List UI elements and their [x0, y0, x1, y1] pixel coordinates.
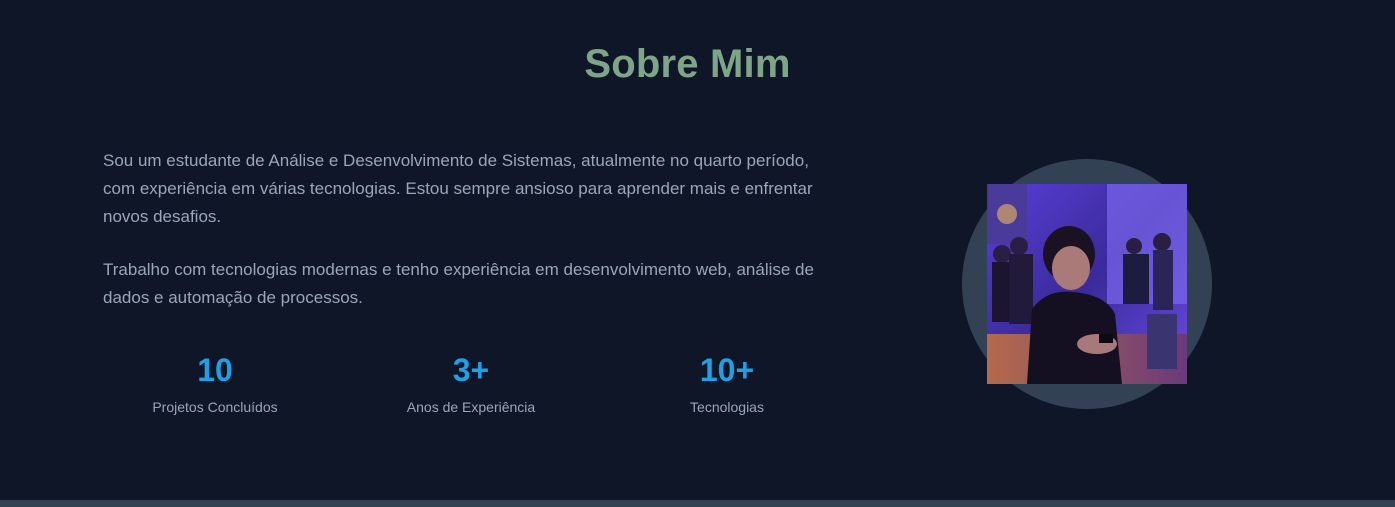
- stat-label: Projetos Concluídos: [152, 399, 278, 415]
- stat-value: 10+: [699, 352, 755, 388]
- profile-photo: [987, 184, 1187, 384]
- about-paragraph-1: Sou um estudante de Análise e Desenvolvi…: [103, 151, 813, 226]
- about-section: Sobre Mim Sou um estudante de Análise e …: [0, 0, 1395, 507]
- about-paragraph-2: Trabalho com tecnologias modernas e tenh…: [103, 260, 814, 307]
- stat-technologies: 10+ Tecnologias: [627, 350, 827, 416]
- stat-value: 3+: [452, 352, 490, 388]
- stat-label: Tecnologias: [690, 399, 764, 415]
- stat-experience: 3+ Anos de Experiência: [371, 350, 571, 416]
- stat-projects: 10 Projetos Concluídos: [115, 350, 315, 416]
- footer-divider: [0, 500, 1395, 507]
- stat-label: Anos de Experiência: [406, 399, 536, 415]
- stat-value: 10: [197, 352, 233, 388]
- profile-photo-image: [987, 184, 1187, 384]
- section-title: Sobre Mim: [584, 42, 791, 86]
